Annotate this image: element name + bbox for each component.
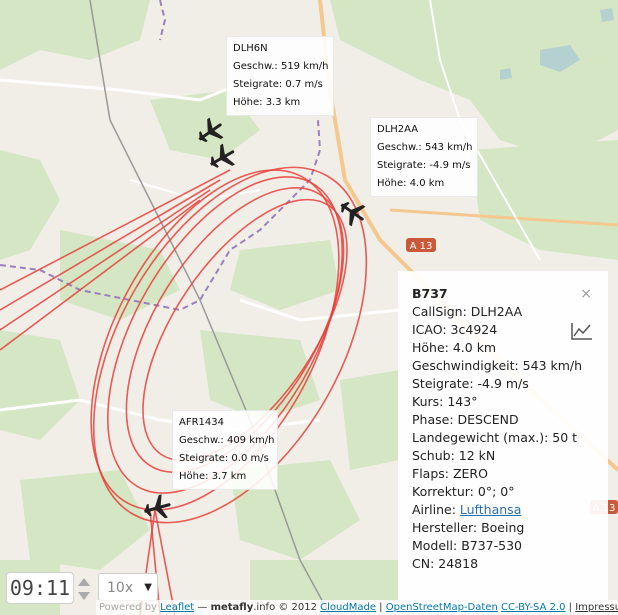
climb-value: 0.0 m/s	[231, 453, 269, 464]
attribution-sep: |	[565, 602, 576, 613]
flight-callsign: AFR1434	[179, 417, 224, 428]
info-flaps: Flaps: ZERO	[412, 466, 488, 481]
attribution-sep: |	[376, 602, 386, 613]
time-spinner[interactable]	[76, 574, 92, 604]
playback-speed-select[interactable]: 10x ▼	[98, 573, 158, 601]
alt-value: 4.0 km	[409, 178, 445, 189]
climb-label: Steigrate:	[179, 453, 229, 464]
metafly-link[interactable]: metafly	[211, 602, 254, 613]
aircraft-type: B737	[412, 286, 448, 301]
svg-text:A 13: A 13	[410, 241, 433, 252]
chevron-down-icon: ▼	[144, 582, 152, 593]
impressum-link[interactable]: Impressum	[575, 602, 618, 613]
aircraft-info-panel: × B737 CallSign: DLH2AA ICAO: 3c4924 Höh…	[398, 271, 608, 615]
flight-label-afr1434[interactable]: AFR1434 Geschw.: 409 km/h Steigrate: 0.0…	[172, 410, 278, 490]
road-label-a13: A 13	[406, 238, 436, 252]
climb-label: Steigrate:	[233, 79, 283, 90]
close-icon[interactable]: ×	[580, 287, 592, 301]
alt-value: 3.7 km	[211, 471, 247, 482]
alt-label: Höhe:	[233, 97, 263, 108]
info-model: Modell: B737-530	[412, 538, 522, 553]
flight-label-dlh6n[interactable]: DLH6N Geschw.: 519 km/h Steigrate: 0.7 m…	[226, 36, 334, 116]
attribution-sep: —	[194, 602, 211, 613]
alt-label: Höhe:	[179, 471, 209, 482]
attribution-copyright: .info © 2012	[253, 602, 321, 613]
climb-label: Steigrate:	[377, 160, 427, 171]
time-display[interactable]: 09:11	[6, 572, 74, 604]
spinner-down-icon[interactable]	[78, 592, 90, 600]
alt-value: 3.3 km	[265, 97, 301, 108]
map-attribution: Powered by Leaflet — metafly.info © 2012…	[96, 600, 618, 615]
flight-label-dlh2aa[interactable]: DLH2AA Geschw.: 543 km/h Steigrate: -4.9…	[370, 117, 478, 197]
info-manufacturer: Hersteller: Boeing	[412, 520, 525, 535]
info-climb: Steigrate: -4.9 m/s	[412, 376, 529, 391]
info-altitude: Höhe: 4.0 km	[412, 340, 497, 355]
climb-value: -4.9 m/s	[429, 160, 471, 171]
speed-label: Geschw.:	[179, 435, 224, 446]
airline-link[interactable]: Lufthansa	[460, 502, 521, 517]
cloudmade-link[interactable]: CloudMade	[320, 602, 376, 613]
speed-value: 519 km/h	[280, 61, 329, 72]
spinner-up-icon[interactable]	[78, 578, 90, 586]
info-landing-weight: Landegewicht (max.): 50 t	[412, 430, 578, 445]
speed-value: 409 km/h	[226, 435, 275, 446]
license-link[interactable]: CC-BY-SA 2.0	[501, 602, 566, 613]
info-speed: Geschwindigkeit: 543 km/h	[412, 358, 583, 373]
info-callsign: CallSign: DLH2AA	[412, 304, 523, 319]
alt-label: Höhe:	[377, 178, 407, 189]
airline-label: Airline:	[412, 502, 460, 517]
climb-value: 0.7 m/s	[285, 79, 323, 90]
info-heading: Kurs: 143°	[412, 394, 478, 409]
info-cn: CN: 24818	[412, 556, 479, 571]
flight-callsign: DLH6N	[233, 43, 268, 54]
info-airline: Airline: Lufthansa	[412, 501, 608, 519]
powered-by-text: Powered by	[99, 602, 157, 613]
flight-callsign: DLH2AA	[377, 124, 419, 135]
speed-label: Geschw.:	[377, 142, 422, 153]
speed-value: 10x	[107, 580, 134, 596]
speed-label: Geschw.:	[233, 61, 278, 72]
leaflet-link[interactable]: Leaflet	[160, 602, 194, 613]
info-correction: Korrektur: 0°; 0°	[412, 484, 515, 499]
speed-value: 543 km/h	[424, 142, 473, 153]
info-thrust: Schub: 12 kN	[412, 448, 496, 463]
info-phase: Phase: DESCEND	[412, 412, 519, 427]
chart-icon[interactable]	[570, 321, 594, 341]
osm-link[interactable]: OpenStreetMap-Daten	[386, 602, 498, 613]
